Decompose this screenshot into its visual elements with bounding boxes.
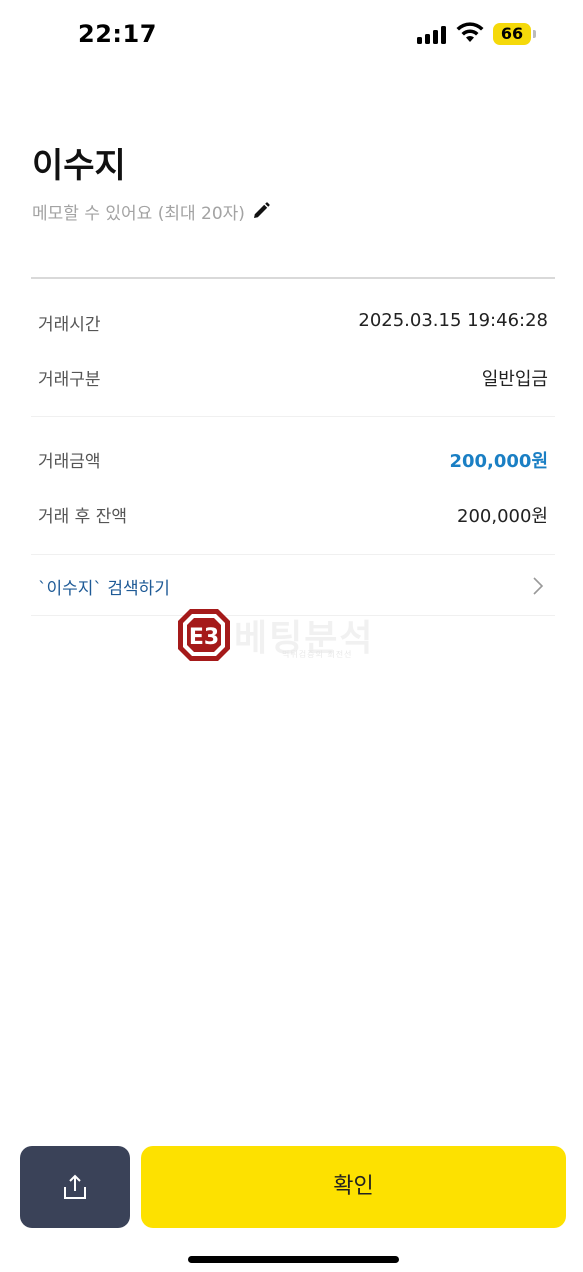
amount-row: 거래금액 200,000원 xyxy=(38,443,548,473)
wifi-icon xyxy=(456,22,484,42)
confirm-button[interactable]: 확인 xyxy=(141,1146,566,1228)
transaction-detail-screen: 22:17 66 이수지 메모할 수 있어요 (최대 20자) 거래시간 202… xyxy=(0,0,583,1272)
memo-field[interactable]: 메모할 수 있어요 (최대 20자) xyxy=(32,198,271,224)
battery-icon: 66 xyxy=(493,23,531,45)
balance-row: 거래 후 잔액 200,000원 xyxy=(38,498,548,528)
memo-placeholder[interactable]: 메모할 수 있어요 (최대 20자) xyxy=(32,199,245,224)
transaction-type-value: 일반입금 xyxy=(481,369,548,390)
header-divider xyxy=(31,277,555,279)
transaction-time-value: 2025.03.15 19:46:28 xyxy=(358,310,548,331)
amount-value: 200,000원 xyxy=(449,451,548,472)
transaction-time-label: 거래시간 xyxy=(38,315,101,335)
watermark-logo: E3 xyxy=(178,609,230,661)
search-link-label[interactable]: `이수지` 검색하기 xyxy=(38,574,170,599)
section-divider xyxy=(31,416,555,417)
page-title: 이수지 xyxy=(32,146,126,186)
share-icon xyxy=(64,1174,86,1199)
balance-value: 200,000원 xyxy=(457,506,548,527)
watermark-subtitle: 먹튀검증의 최전선 xyxy=(282,650,353,659)
amount-label: 거래금액 xyxy=(38,452,101,472)
svg-text:E3: E3 xyxy=(189,625,219,650)
signal-icon xyxy=(417,26,447,44)
battery-cap xyxy=(533,30,536,38)
search-name-link[interactable]: `이수지` 검색하기 xyxy=(38,570,548,600)
share-button[interactable] xyxy=(20,1146,130,1228)
transaction-type-row: 거래구분 일반입금 xyxy=(38,361,548,391)
status-bar: 22:17 66 xyxy=(0,0,583,70)
pencil-icon[interactable] xyxy=(251,201,271,221)
home-indicator[interactable] xyxy=(188,1256,399,1263)
status-time: 22:17 xyxy=(78,20,157,48)
section-divider xyxy=(31,554,555,555)
watermark: E3 베팅분석 먹튀검증의 최전선 xyxy=(176,607,406,665)
transaction-time-row: 거래시간 2025.03.15 19:46:28 xyxy=(38,306,548,336)
chevron-right-icon xyxy=(533,577,544,595)
balance-label: 거래 후 잔액 xyxy=(38,507,128,527)
transaction-type-label: 거래구분 xyxy=(38,370,101,390)
